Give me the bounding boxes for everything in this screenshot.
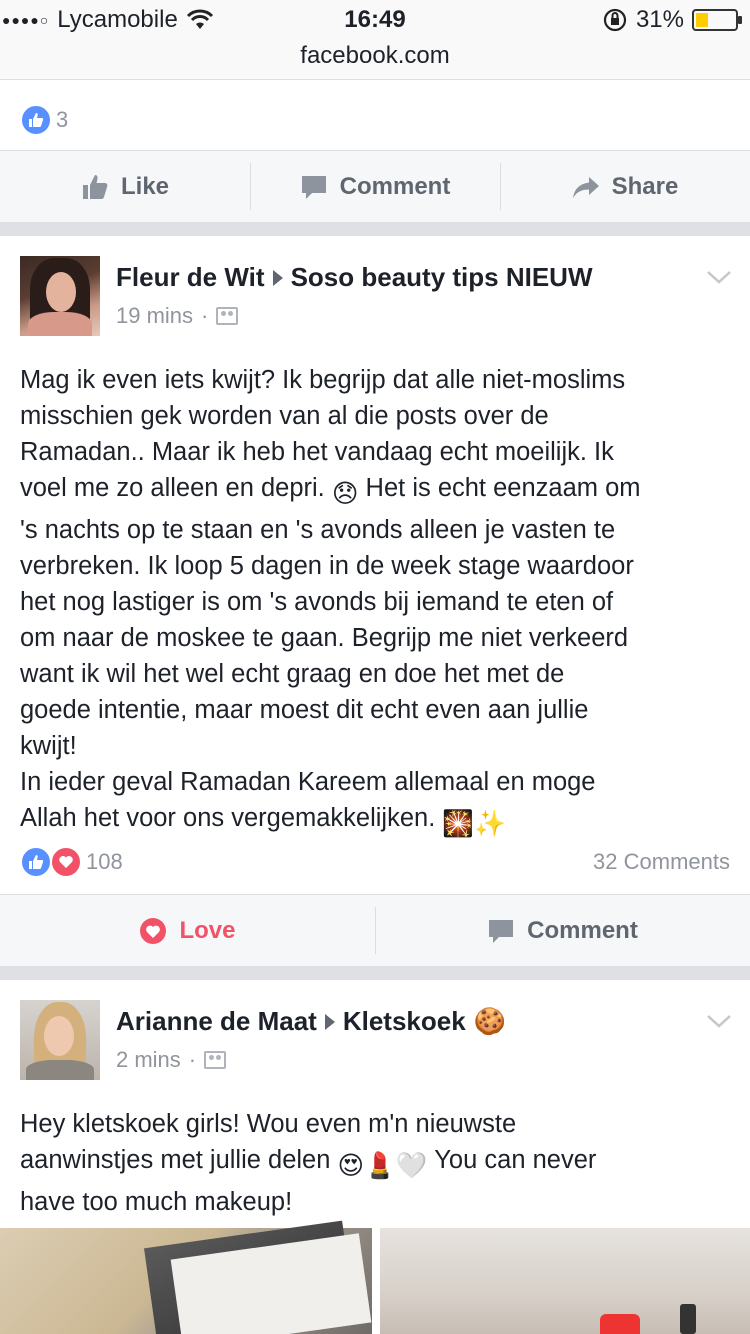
post-options-chevron[interactable] — [706, 268, 732, 294]
post-time[interactable]: 2 mins — [116, 1047, 181, 1073]
comments-count-link[interactable]: 32 Comments — [593, 849, 730, 875]
like-label: Like — [120, 172, 170, 200]
post-line: aanwinstjes met jullie delen 😍💄🤍 You can… — [20, 1142, 736, 1184]
avatar[interactable] — [20, 1000, 100, 1080]
avatar[interactable] — [20, 256, 100, 336]
group-name[interactable]: Kletskoek — [343, 1006, 466, 1037]
post-line: have too much makeup! — [20, 1188, 293, 1216]
like-reaction-icon — [20, 846, 52, 878]
like-reaction-icon — [20, 104, 52, 136]
fireworks-icon: 🎇 — [442, 810, 475, 838]
share-button[interactable]: Share — [500, 151, 750, 222]
arrow-right-icon — [324, 1013, 335, 1030]
heart-eyes-icon: 😍 — [337, 1152, 365, 1180]
post-line: Ramadan.. Maar ik heb het vandaag echt m… — [20, 438, 614, 466]
post-photo[interactable] — [0, 1220, 372, 1334]
love-reaction-icon — [50, 846, 82, 878]
reaction-count: 3 — [56, 107, 69, 132]
comment-button[interactable]: Comment — [375, 895, 750, 966]
post-line: voel me zo alleen en depri. 😞 Het is ech… — [20, 470, 736, 512]
post-line: om naar de moskee te gaan. Begrijp me ni… — [20, 624, 629, 652]
comment-label: Comment — [527, 916, 638, 944]
post-title-line: Arianne de Maat Kletskoek 🍪 — [116, 1006, 690, 1037]
post-line-part: aanwinstjes met jullie delen — [20, 1146, 331, 1174]
group-privacy-icon — [216, 307, 239, 325]
post-line: Mag ik even iets kwijt? Ik begrijp dat a… — [20, 366, 626, 394]
share-arrow-icon — [572, 176, 599, 198]
post-meta: 2 mins · — [116, 1047, 690, 1073]
status-bar: ●●●●○ Lycamobile 16:49 31% — [0, 0, 750, 40]
comment-label: Comment — [339, 172, 451, 200]
post-body: Mag ik even iets kwijt? Ik begrijp dat a… — [20, 362, 736, 842]
post-photo[interactable] — [380, 1228, 750, 1334]
previous-post-card: 3 Like Comment Share — [0, 80, 750, 222]
chevron-down-icon — [707, 1015, 731, 1028]
love-label: Love — [179, 916, 236, 944]
action-bar: Like Comment Share — [0, 150, 750, 222]
sparkles-icon: ✨ — [474, 810, 506, 838]
meta-separator: · — [188, 1047, 197, 1072]
post-card: Fleur de Wit Soso beauty tips NIEUW 19 m… — [0, 236, 750, 966]
url-text[interactable]: facebook.com — [300, 42, 449, 69]
address-bar[interactable]: facebook.com — [0, 40, 750, 80]
love-reaction-icon — [140, 917, 167, 944]
arrow-right-icon — [272, 269, 283, 286]
share-label: Share — [611, 172, 679, 200]
post-line-part: Het is echt eenzaam om — [358, 474, 641, 502]
post-line: 's nachts op te staan en 's avonds allee… — [20, 516, 616, 544]
post-options-chevron[interactable] — [706, 1012, 732, 1038]
comment-icon — [301, 175, 326, 199]
disappointed-face-icon: 😞 — [331, 480, 359, 508]
post-header: Arianne de Maat Kletskoek 🍪 2 mins · — [116, 1006, 690, 1073]
author-name[interactable]: Arianne de Maat — [116, 1006, 317, 1037]
post-card: Arianne de Maat Kletskoek 🍪 2 mins · Hey… — [0, 980, 750, 1334]
like-button[interactable]: Like — [0, 151, 250, 222]
group-privacy-icon — [204, 1051, 227, 1069]
post-line: misschien gek worden van al die posts ov… — [20, 402, 549, 430]
group-name[interactable]: Soso beauty tips NIEUW — [291, 262, 593, 293]
post-header: Fleur de Wit Soso beauty tips NIEUW 19 m… — [116, 262, 690, 329]
battery-percent: 31% — [635, 6, 684, 33]
battery-area: 31% — [602, 6, 742, 34]
post-line: het nog lastiger is om 's avonds bij iem… — [20, 588, 614, 616]
post-line: In ieder geval Ramadan Kareem allemaal e… — [20, 768, 596, 796]
post-stats: 108 32 Comments — [20, 846, 730, 878]
post-title-line: Fleur de Wit Soso beauty tips NIEUW — [116, 262, 690, 293]
photo-grid — [0, 1220, 750, 1334]
comment-icon — [489, 919, 514, 943]
thumbs-up-icon — [82, 174, 108, 199]
lipstick-icon: 💄 — [364, 1152, 396, 1180]
comment-button[interactable]: Comment — [250, 151, 500, 222]
reaction-summary[interactable]: 3 — [20, 104, 68, 136]
post-line: Allah het voor ons vergemakkelijken. 🎇✨ — [20, 800, 736, 842]
heart-icon: 🤍 — [395, 1152, 428, 1180]
orientation-lock-icon — [603, 8, 627, 32]
author-name[interactable]: Fleur de Wit — [116, 262, 265, 293]
love-button[interactable]: Love — [0, 895, 375, 966]
cookie-icon: 🍪 — [473, 1006, 507, 1036]
post-line: Hey kletskoek girls! Wou even m'n nieuws… — [20, 1110, 517, 1138]
meta-separator: · — [201, 303, 209, 328]
post-time[interactable]: 19 mins — [116, 303, 193, 329]
battery-icon — [692, 9, 742, 31]
post-body: Hey kletskoek girls! Wou even m'n nieuws… — [20, 1106, 736, 1220]
post-line: verbreken. Ik loop 5 dagen in de week st… — [20, 552, 634, 580]
battery-fill — [696, 13, 708, 27]
post-meta: 19 mins · — [116, 303, 690, 329]
post-line: want ik wil het wel echt graag en doe he… — [20, 660, 565, 688]
post-line-part: Allah het voor ons vergemakkelijken. — [20, 804, 436, 832]
post-line: kwijt! — [20, 732, 77, 760]
chevron-down-icon — [707, 271, 731, 284]
post-line-part: You can never — [427, 1146, 597, 1174]
reaction-count: 108 — [86, 849, 123, 874]
post-line: goede intentie, maar moest dit echt even… — [20, 696, 589, 724]
reaction-summary[interactable]: 108 — [20, 846, 123, 878]
action-bar: Love Comment — [0, 894, 750, 966]
post-line-part: voel me zo alleen en depri. — [20, 474, 325, 502]
